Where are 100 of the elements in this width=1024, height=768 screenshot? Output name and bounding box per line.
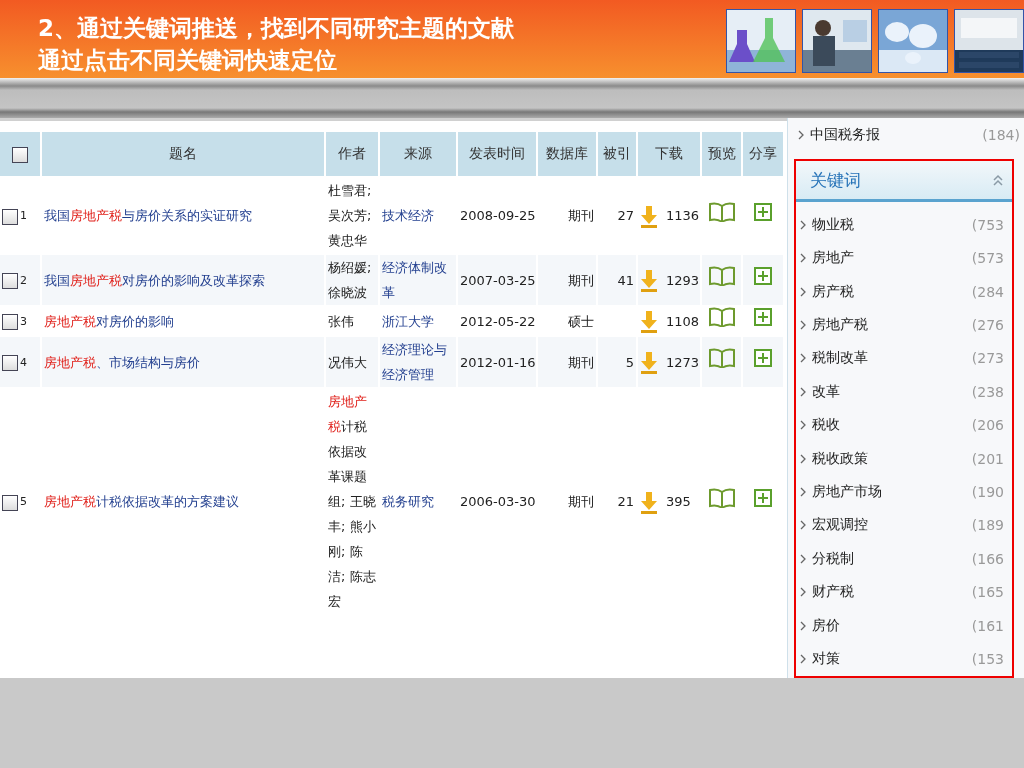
book-icon[interactable] bbox=[708, 201, 735, 222]
publish-date: 2008-09-25 bbox=[460, 208, 536, 223]
database-type: 期刊 bbox=[568, 494, 594, 509]
download-count: 1136 bbox=[666, 208, 700, 223]
row-number: 5 bbox=[20, 495, 27, 508]
keyword-item[interactable]: 对策 (153 bbox=[796, 642, 1004, 676]
keyword-item[interactable]: 税制改革 (273 bbox=[796, 341, 1004, 376]
author-list: 房地产税计税依据改革课题组; 王晓丰; 熊小刚; 陈洁; 陈志宏 bbox=[328, 389, 376, 614]
column-header[interactable]: 分享 bbox=[743, 132, 783, 176]
row-checkbox[interactable] bbox=[2, 355, 18, 371]
author-list: 杜雪君;吴次芳;黄忠华 bbox=[328, 178, 376, 253]
row-number: 2 bbox=[20, 273, 27, 287]
row-checkbox[interactable] bbox=[2, 494, 18, 511]
column-header[interactable]: 预览 bbox=[702, 132, 741, 176]
publish-date: 2012-05-22 bbox=[460, 313, 536, 329]
citation-count: 21 bbox=[617, 494, 634, 509]
article-title-link[interactable]: 房地产税计税依据改革的方案建议 bbox=[44, 489, 322, 514]
book-icon[interactable] bbox=[708, 307, 735, 327]
keyword-item[interactable]: 物业税 (753 bbox=[796, 208, 1004, 242]
slide-title: 2、通过关键词推送，找到不同研究主题的文献 通过点击不同关键词快速定位 bbox=[38, 14, 514, 75]
row-checkbox[interactable] bbox=[2, 208, 18, 225]
book-icon[interactable] bbox=[708, 348, 735, 368]
chevron-icon bbox=[800, 587, 806, 598]
column-header[interactable]: 作者 bbox=[326, 132, 378, 176]
publish-date: 2007-03-25 bbox=[460, 272, 536, 288]
chevron-icon bbox=[800, 253, 806, 264]
download-count: 1273 bbox=[666, 354, 700, 370]
article-title-link[interactable]: 我国房地产税与房价关系的实证研究 bbox=[44, 203, 322, 228]
download-count: 1293 bbox=[666, 272, 700, 288]
author-list: 杨绍媛;徐晓波 bbox=[328, 255, 376, 305]
download-icon[interactable] bbox=[640, 270, 658, 292]
keyword-item[interactable]: 财产税 (165 bbox=[796, 575, 1004, 609]
download-count: 1108 bbox=[666, 313, 700, 329]
publish-date: 2012-01-16 bbox=[460, 354, 536, 370]
add-icon[interactable] bbox=[754, 267, 772, 285]
publish-date: 2006-03-30 bbox=[460, 494, 536, 509]
row-number: 4 bbox=[20, 355, 27, 369]
chevron-icon bbox=[800, 653, 806, 664]
add-icon[interactable] bbox=[754, 349, 772, 367]
chevron-icon bbox=[800, 286, 806, 297]
row-checkbox[interactable] bbox=[2, 273, 18, 289]
panel-title: 关键词 bbox=[810, 168, 861, 192]
keyword-item[interactable]: 宏观调控 (189 bbox=[796, 508, 1004, 543]
book-icon[interactable] bbox=[708, 487, 735, 508]
keyword-item[interactable]: 房地产税 (276 bbox=[796, 308, 1004, 342]
keyword-item[interactable]: 税收 (206 bbox=[796, 408, 1004, 442]
row-number: 3 bbox=[20, 314, 27, 328]
download-icon[interactable] bbox=[640, 491, 658, 514]
book-icon[interactable] bbox=[708, 266, 735, 286]
source-link[interactable]: 经济体制改革 bbox=[382, 255, 454, 305]
keyword-item[interactable]: 房价 (161 bbox=[796, 608, 1004, 643]
column-header[interactable]: 下载 bbox=[638, 132, 700, 176]
article-title-link[interactable]: 房地产税对房价的影响 bbox=[44, 308, 322, 334]
keyword-item[interactable]: 房产税 (284 bbox=[796, 274, 1004, 309]
keyword-item[interactable]: 税收政策 (201 bbox=[796, 441, 1004, 476]
select-all-checkbox[interactable] bbox=[12, 146, 28, 163]
column-header[interactable]: 被引 bbox=[598, 132, 636, 176]
chevron-icon bbox=[800, 420, 806, 431]
citation-count: 27 bbox=[617, 208, 634, 223]
column-header[interactable]: 来源 bbox=[380, 132, 456, 176]
keyword-item[interactable]: 分税制 (166 bbox=[796, 542, 1004, 576]
author-list: 张伟 bbox=[328, 308, 376, 334]
chevron-icon bbox=[800, 620, 806, 631]
chevron-icon bbox=[800, 520, 806, 531]
column-header[interactable]: 数据库 bbox=[538, 132, 596, 176]
add-icon[interactable] bbox=[754, 202, 772, 221]
source-link[interactable]: 浙江大学 bbox=[382, 308, 454, 334]
database-type: 期刊 bbox=[568, 208, 594, 223]
citation-count: 41 bbox=[617, 272, 634, 288]
filter-item[interactable]: 中国税务报 (184) bbox=[794, 118, 1020, 152]
column-header[interactable]: 题名 bbox=[42, 132, 324, 176]
download-icon[interactable] bbox=[640, 205, 658, 228]
database-type: 期刊 bbox=[568, 354, 594, 370]
panel-header[interactable]: 关键词 bbox=[796, 161, 1012, 203]
database-type: 硕士 bbox=[568, 313, 594, 329]
keyword-item[interactable]: 改革 (238 bbox=[796, 375, 1004, 409]
download-icon[interactable] bbox=[640, 352, 658, 374]
source-link[interactable]: 技术经济 bbox=[382, 203, 454, 228]
chevron-icon bbox=[798, 129, 804, 140]
chevron-icon bbox=[800, 353, 806, 364]
download-count: 395 bbox=[666, 494, 691, 509]
add-icon[interactable] bbox=[754, 488, 772, 507]
download-icon[interactable] bbox=[640, 311, 658, 333]
source-link[interactable]: 经济理论与经济管理 bbox=[382, 337, 454, 387]
database-type: 期刊 bbox=[568, 272, 594, 288]
source-link[interactable]: 税务研究 bbox=[382, 489, 454, 514]
keyword-item[interactable]: 房地产市场 (190 bbox=[796, 475, 1004, 509]
chevron-icon bbox=[800, 453, 806, 464]
chevron-icon bbox=[800, 219, 806, 230]
column-header[interactable]: 发表时间 bbox=[458, 132, 536, 176]
author-list: 况伟大 bbox=[328, 349, 376, 375]
chevron-icon bbox=[800, 320, 806, 330]
add-icon[interactable] bbox=[754, 308, 772, 326]
chevron-icon bbox=[800, 553, 806, 564]
collapse-icon[interactable] bbox=[992, 174, 1004, 187]
chevron-icon bbox=[800, 486, 806, 497]
row-checkbox[interactable] bbox=[2, 314, 18, 330]
row-number: 1 bbox=[20, 209, 27, 222]
keyword-item[interactable]: 房地产 (573 bbox=[796, 241, 1004, 275]
chevron-icon bbox=[800, 386, 806, 397]
